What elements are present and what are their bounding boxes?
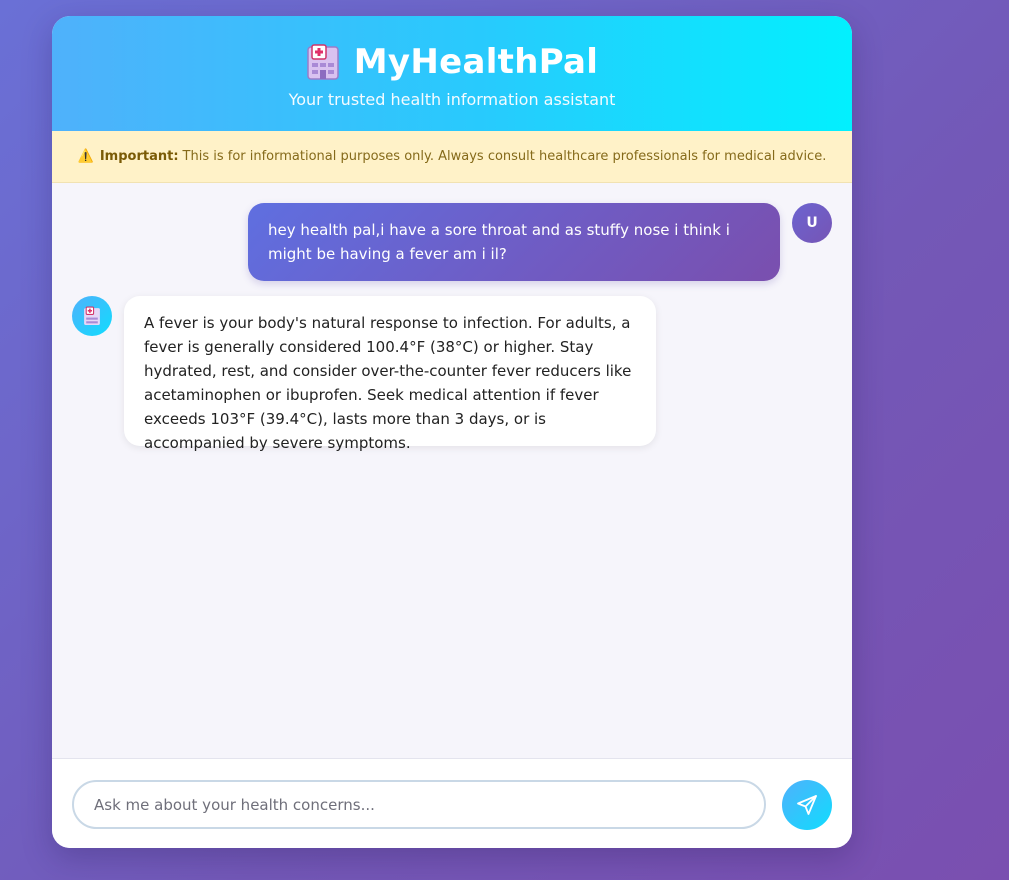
message-input[interactable] <box>72 780 766 829</box>
hospital-icon <box>306 43 340 81</box>
message-list: hey health pal,i have a sore throat and … <box>52 183 852 758</box>
bot-avatar <box>72 296 112 336</box>
warning-icon: ⚠️ <box>77 149 94 164</box>
user-message: hey health pal,i have a sore throat and … <box>248 203 780 281</box>
disclaimer-banner: ⚠️ Important: This is for informational … <box>52 131 852 183</box>
input-bar <box>52 758 852 848</box>
title-row: MyHealthPal <box>52 16 852 82</box>
disclaimer-text: This is for informational purposes only.… <box>182 149 827 164</box>
bot-message: A fever is your body's natural response … <box>124 296 656 452</box>
send-button[interactable] <box>782 780 832 830</box>
user-avatar: U <box>792 203 832 243</box>
disclaimer-label: Important: <box>99 149 179 164</box>
send-icon <box>797 795 817 815</box>
chat-app-window: MyHealthPal Your trusted health informat… <box>52 16 852 848</box>
hospital-icon <box>84 306 100 325</box>
app-header: MyHealthPal Your trusted health informat… <box>52 16 852 131</box>
app-subtitle: Your trusted health information assistan… <box>288 90 616 109</box>
app-title: MyHealthPal <box>353 42 599 82</box>
